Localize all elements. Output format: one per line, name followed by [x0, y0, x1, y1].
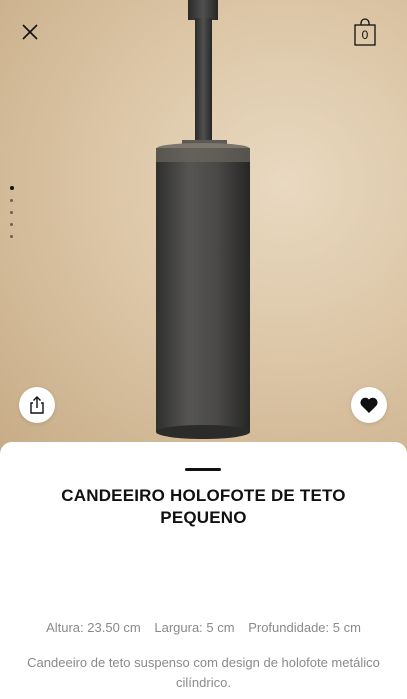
gallery-pagination	[10, 186, 16, 247]
gallery-dot[interactable]	[10, 199, 13, 202]
product-image-gallery[interactable]: 0	[0, 0, 407, 460]
heart-icon	[360, 397, 378, 413]
gallery-dot[interactable]	[10, 186, 14, 190]
dimension-width: Largura: 5 cm	[154, 620, 235, 635]
dimension-depth: Profundidade: 5 cm	[248, 620, 361, 635]
product-image	[156, 0, 250, 439]
favorite-button[interactable]	[351, 387, 387, 423]
share-icon	[30, 396, 44, 414]
product-details-sheet: CANDEEIRO HOLOFOTE DE TETO PEQUENO Altur…	[0, 442, 407, 699]
gallery-dot[interactable]	[10, 235, 13, 238]
share-button[interactable]	[19, 387, 55, 423]
product-dimensions: Altura: 23.50 cm Largura: 5 cm Profundid…	[0, 620, 407, 635]
dimension-height: Altura: 23.50 cm	[46, 620, 141, 635]
close-icon	[22, 24, 38, 40]
shopping-bag-button[interactable]: 0	[352, 18, 378, 48]
gallery-dot[interactable]	[10, 211, 13, 214]
close-button[interactable]	[16, 18, 44, 46]
sheet-drag-handle[interactable]	[185, 468, 221, 471]
gallery-dot[interactable]	[10, 223, 13, 226]
bag-count: 0	[361, 28, 369, 42]
product-description: Candeeiro de teto suspenso com design de…	[27, 655, 380, 690]
product-title: CANDEEIRO HOLOFOTE DE TETO PEQUENO	[61, 486, 346, 527]
